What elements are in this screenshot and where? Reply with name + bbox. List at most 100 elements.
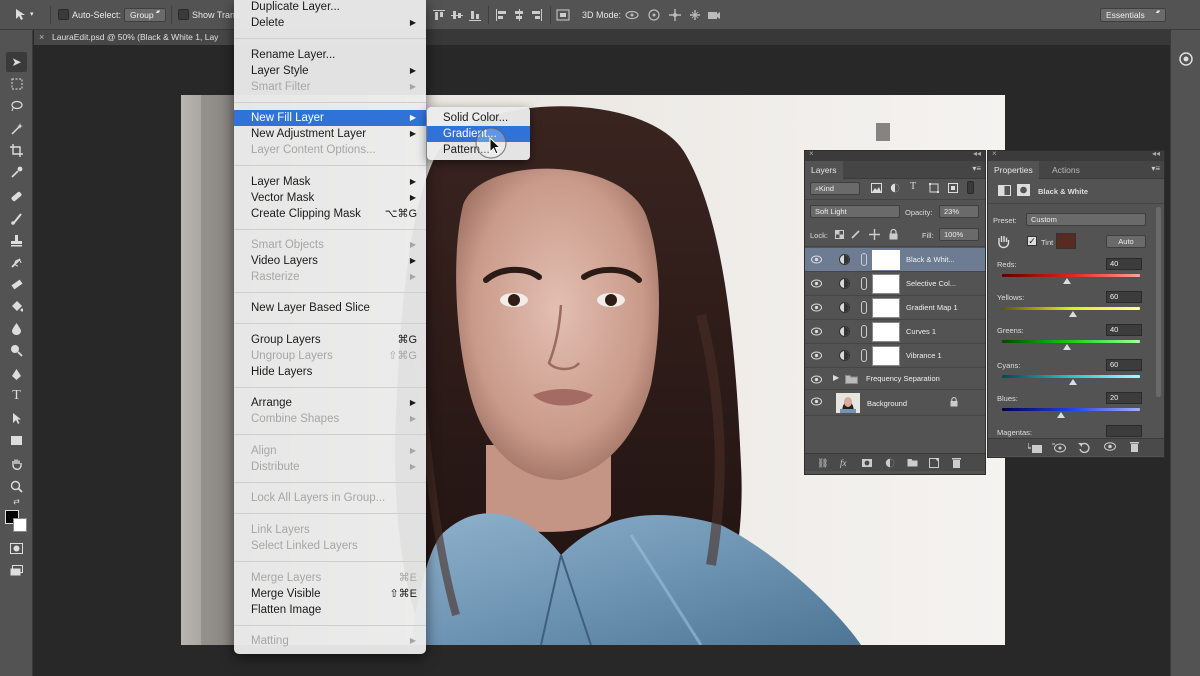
visibility-eye-icon[interactable] bbox=[811, 375, 822, 384]
reds-slider-track[interactable] bbox=[1002, 274, 1140, 277]
visibility-eye-icon[interactable] bbox=[811, 303, 822, 312]
layer-row[interactable]: Curves 1 bbox=[805, 320, 985, 344]
close-tab-icon[interactable]: × bbox=[39, 32, 44, 42]
tab-actions[interactable]: Actions bbox=[1046, 161, 1086, 179]
healing-brush-tool-icon[interactable] bbox=[6, 186, 27, 206]
clip-to-layer-icon[interactable] bbox=[1028, 442, 1042, 453]
lasso-tool-icon[interactable] bbox=[6, 96, 27, 116]
crop-tool-icon[interactable] bbox=[6, 140, 27, 160]
clone-stamp-tool-icon[interactable] bbox=[6, 230, 27, 250]
layer-row[interactable]: Gradient Map 1 bbox=[805, 296, 985, 320]
pen-tool-icon[interactable] bbox=[6, 364, 27, 384]
align-top-icon[interactable] bbox=[432, 8, 446, 22]
lock-transparent-icon[interactable] bbox=[835, 230, 844, 239]
menu-item-flatten-image[interactable]: Flatten Image bbox=[234, 602, 426, 618]
menu-item-arrange[interactable]: Arrange ▶ bbox=[234, 395, 426, 411]
blur-tool-icon[interactable] bbox=[6, 318, 27, 338]
visibility-eye-icon[interactable] bbox=[811, 397, 822, 406]
greens-value-field[interactable]: 40 bbox=[1106, 324, 1142, 336]
layer-mask-thumbnail[interactable] bbox=[872, 250, 900, 270]
menu-item-video-layers[interactable]: Video Layers ▶ bbox=[234, 253, 426, 269]
cyans-value-field[interactable]: 60 bbox=[1106, 359, 1142, 371]
paint-bucket-tool-icon[interactable] bbox=[6, 296, 27, 316]
visibility-eye-icon[interactable] bbox=[811, 351, 822, 360]
move-tool-icon[interactable]: ➤ bbox=[6, 52, 27, 72]
menu-item-merge-visible[interactable]: Merge Visible ⇧⌘E bbox=[234, 586, 426, 602]
zoom-tool-icon[interactable] bbox=[6, 476, 27, 496]
fill-field[interactable]: 100% bbox=[939, 228, 979, 241]
filter-adjustment-icon[interactable] bbox=[890, 183, 900, 193]
background-thumbnail[interactable] bbox=[836, 393, 860, 413]
cyans-slider-knob[interactable] bbox=[1069, 379, 1077, 385]
layer-mask-thumbnail[interactable] bbox=[872, 322, 900, 342]
filter-pixel-icon[interactable] bbox=[871, 183, 882, 193]
3d-roll-icon[interactable] bbox=[647, 8, 661, 22]
layer-row[interactable]: Vibrance 1 bbox=[805, 344, 985, 368]
menu-item-layer-mask[interactable]: Layer Mask ▶ bbox=[234, 174, 426, 190]
filter-shape-icon[interactable] bbox=[929, 183, 939, 193]
visibility-eye-icon[interactable] bbox=[811, 255, 822, 264]
eraser-tool-icon[interactable] bbox=[6, 274, 27, 294]
align-left-icon[interactable] bbox=[494, 8, 508, 22]
tint-checkbox[interactable]: ✓ bbox=[1027, 236, 1037, 246]
menu-item-vector-mask[interactable]: Vector Mask ▶ bbox=[234, 190, 426, 206]
layer-link-chain-icon[interactable] bbox=[861, 349, 867, 362]
delete-layer-icon[interactable] bbox=[952, 457, 961, 468]
swap-colors-icon[interactable]: ⇄ bbox=[6, 496, 27, 506]
menu-item-duplicate-layer[interactable]: Duplicate Layer... bbox=[234, 0, 426, 15]
yellows-slider-track[interactable] bbox=[1002, 307, 1140, 310]
align-hcenter-icon[interactable] bbox=[512, 8, 526, 22]
auto-select-dropdown[interactable]: Group bbox=[124, 8, 166, 22]
layer-row[interactable]: Selective Col... bbox=[805, 272, 985, 296]
auto-button[interactable]: Auto bbox=[1106, 235, 1146, 248]
tab-properties[interactable]: Properties bbox=[988, 161, 1039, 179]
quick-mask-icon[interactable] bbox=[6, 538, 27, 558]
move-tool-icon[interactable] bbox=[14, 8, 28, 22]
preset-dropdown[interactable]: Custom bbox=[1026, 213, 1146, 226]
menu-item-group-layers[interactable]: Group Layers ⌘G bbox=[234, 332, 426, 348]
layer-link-chain-icon[interactable] bbox=[861, 253, 867, 266]
blues-slider-knob[interactable] bbox=[1057, 412, 1065, 418]
layer-link-chain-icon[interactable] bbox=[861, 277, 867, 290]
lock-all-icon[interactable] bbox=[889, 229, 898, 240]
collapse-panel-icon[interactable]: ◂◂ bbox=[973, 149, 981, 158]
new-layer-icon[interactable] bbox=[929, 458, 939, 468]
panel-menu-icon[interactable]: ▾≡ bbox=[1151, 164, 1160, 173]
adjustment-properties-icon[interactable] bbox=[998, 185, 1011, 196]
dodge-tool-icon[interactable] bbox=[6, 340, 27, 360]
marquee-tool-icon[interactable] bbox=[6, 74, 27, 94]
3d-pan-icon[interactable] bbox=[668, 8, 682, 22]
brush-tool-icon[interactable] bbox=[6, 208, 27, 228]
workspace-dropdown[interactable]: Essentials bbox=[1100, 8, 1166, 22]
eyedropper-tool-icon[interactable] bbox=[6, 162, 27, 182]
magic-wand-tool-icon[interactable] bbox=[6, 118, 27, 138]
align-bottom-icon[interactable] bbox=[468, 8, 482, 22]
lock-pixels-icon[interactable] bbox=[851, 230, 860, 239]
submenu-item-solid-color[interactable]: Solid Color... bbox=[427, 110, 530, 126]
menu-item-layer-style[interactable]: Layer Style ▶ bbox=[234, 63, 426, 79]
lock-position-icon[interactable] bbox=[869, 229, 880, 240]
background-layer-row[interactable]: Background bbox=[805, 390, 985, 416]
menu-item-hide-layers[interactable]: Hide Layers bbox=[234, 364, 426, 380]
tint-color-swatch[interactable] bbox=[1056, 233, 1076, 249]
add-mask-icon[interactable] bbox=[862, 459, 872, 467]
menu-item-delete[interactable]: Delete ▶ bbox=[234, 15, 426, 31]
filter-smart-object-icon[interactable] bbox=[948, 183, 958, 193]
layer-link-chain-icon[interactable] bbox=[861, 301, 867, 314]
delete-adjustment-icon[interactable] bbox=[1130, 441, 1139, 452]
yellows-value-field[interactable]: 60 bbox=[1106, 291, 1142, 303]
greens-slider-knob[interactable] bbox=[1063, 344, 1071, 350]
document-tab[interactable]: × LauraEdit.psd @ 50% (Black & White 1, … bbox=[34, 30, 238, 45]
show-transform-checkbox[interactable] bbox=[178, 9, 189, 20]
magentas-value-field[interactable] bbox=[1106, 425, 1142, 437]
new-adjustment-icon[interactable] bbox=[885, 458, 895, 468]
align-right-icon[interactable] bbox=[530, 8, 544, 22]
history-brush-tool-icon[interactable] bbox=[6, 252, 27, 272]
menu-item-create-clipping-mask[interactable]: Create Clipping Mask ⌥⌘G bbox=[234, 206, 426, 222]
menu-item-rename-layer[interactable]: Rename Layer... bbox=[234, 47, 426, 63]
opacity-field[interactable]: 23% bbox=[939, 205, 979, 218]
collapse-panel-icon[interactable]: ◂◂ bbox=[1152, 149, 1160, 158]
menu-item-new-adjustment-layer[interactable]: New Adjustment Layer ▶ bbox=[234, 126, 426, 142]
reset-adjustment-icon[interactable] bbox=[1078, 441, 1090, 453]
close-panel-icon[interactable]: × bbox=[992, 149, 997, 158]
